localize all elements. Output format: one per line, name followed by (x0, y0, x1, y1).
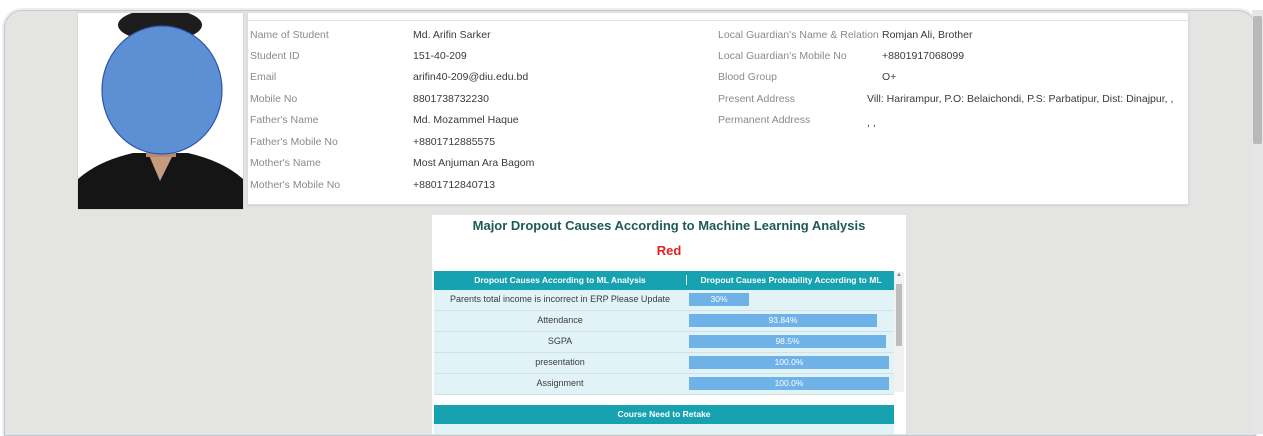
retake-courses-header: Course Need to Retake (434, 405, 894, 424)
value-permanent-address: , , (867, 117, 876, 129)
label-name-of-student: Name of Student (250, 29, 329, 41)
probability-bar: 30% (689, 293, 749, 306)
risk-status: Red (656, 243, 682, 258)
value-present-address: Vill: Harirampur, P.O: Belaichondi, P.S:… (867, 93, 1174, 105)
value-guardian-mobile: +8801917068099 (882, 50, 965, 62)
label-mobile-no: Mobile No (250, 93, 298, 105)
probability-bar: 93.84% (689, 314, 877, 327)
label-fathers-name: Father's Name (250, 114, 319, 126)
value-email: arifin40-209@diu.edu.bd (413, 71, 529, 83)
probability-bar: 100.0% (689, 356, 889, 369)
value-blood-group: O+ (882, 71, 897, 83)
student-photo (77, 12, 244, 210)
label-fathers-mobile: Father's Mobile No (250, 136, 338, 148)
ml-analysis-panel: Major Dropout Causes According to Machin… (432, 215, 906, 434)
probability-bar: 98.5% (689, 335, 886, 348)
value-mothers-name: Most Anjuman Ara Bagom (413, 157, 535, 169)
label-mothers-mobile: Mother's Mobile No (250, 179, 341, 191)
table-row: Assignment 100.0% (434, 374, 894, 395)
table-scrollbar[interactable]: ▲ (894, 272, 904, 392)
label-guardian-mobile: Local Guardian's Mobile No (718, 50, 847, 62)
page-scrollbar[interactable] (1252, 10, 1263, 434)
divider (248, 20, 1188, 21)
cause-label: SGPA (547, 336, 573, 346)
value-fathers-mobile: +8801712885575 (413, 136, 496, 148)
column-header-probability: Dropout Causes Probability According to … (686, 275, 895, 285)
value-name-of-student: Md. Arifin Sarker (413, 29, 491, 41)
label-email: Email (250, 71, 277, 83)
label-permanent-address: Permanent Address (718, 114, 811, 126)
probability-bar: 100.0% (689, 377, 889, 390)
label-local-guardian: Local Guardian's Name & Relation (718, 29, 879, 41)
table-row: presentation 100.0% (434, 353, 894, 374)
cause-label: Assignment (536, 378, 584, 388)
column-header-cause: Dropout Causes According to ML Analysis (474, 275, 646, 285)
cause-label: Parents total income is incorrect in ERP… (450, 294, 670, 304)
value-mobile-no: 8801738732230 (413, 93, 489, 105)
cause-label: Attendance (537, 315, 583, 325)
student-photo-image (78, 13, 243, 209)
table-scrollbar-thumb[interactable] (896, 284, 902, 346)
label-present-address: Present Address (718, 93, 796, 105)
table-row: SGPA 98.5% (434, 332, 894, 353)
label-blood-group: Blood Group (718, 71, 777, 83)
table-row: Attendance 93.84% (434, 311, 894, 332)
label-mothers-name: Mother's Name (250, 157, 321, 169)
page-scrollbar-thumb[interactable] (1253, 16, 1262, 144)
table-header: Dropout Causes According to ML Analysis … (434, 271, 894, 290)
value-mothers-mobile: +8801712840713 (413, 179, 496, 191)
cause-label: presentation (535, 357, 585, 367)
value-student-id: 151-40-209 (413, 50, 467, 62)
ml-analysis-title: Major Dropout Causes According to Machin… (472, 218, 866, 233)
scroll-up-icon[interactable]: ▲ (896, 272, 902, 278)
student-info-card: Name of Student Md. Arifin Sarker Studen… (247, 12, 1189, 205)
value-fathers-name: Md. Mozammel Haque (413, 114, 519, 126)
retake-course-row (434, 424, 894, 434)
label-student-id: Student ID (250, 50, 300, 62)
table-row: Parents total income is incorrect in ERP… (434, 290, 894, 311)
value-local-guardian: Romjan Ali, Brother (882, 29, 973, 41)
